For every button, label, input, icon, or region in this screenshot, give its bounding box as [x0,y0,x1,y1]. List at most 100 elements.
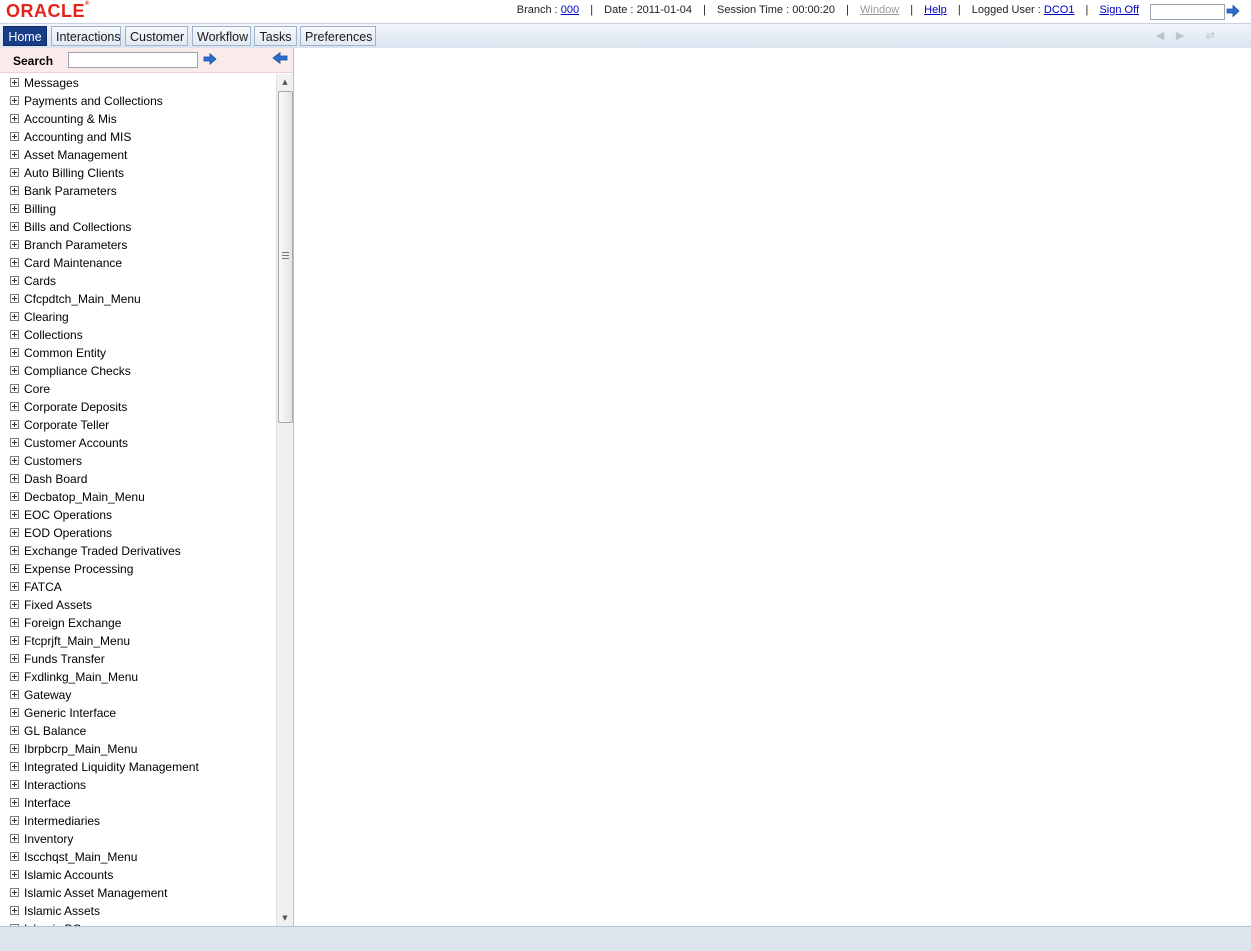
menu-tree-item[interactable]: Card Maintenance [0,254,276,272]
menu-tree-item-label[interactable]: Branch Parameters [24,236,127,254]
expand-plus-icon[interactable] [10,582,19,591]
sidebar-scrollbar[interactable]: ▲ ▼ [276,74,293,926]
menu-tree-item[interactable]: Fixed Assets [0,596,276,614]
sign-off-link[interactable]: Sign Off [1099,4,1139,16]
menu-tree-item-label[interactable]: Corporate Teller [24,416,109,434]
menu-tree-item-label[interactable]: Asset Management [24,146,127,164]
menu-tree-item[interactable]: Islamic Asset Management [0,884,276,902]
function-id-input[interactable] [1150,4,1225,20]
menu-tree-item[interactable]: Bills and Collections [0,218,276,236]
expand-plus-icon[interactable] [10,870,19,879]
menu-tree-item-label[interactable]: Expense Processing [24,560,133,578]
menu-tree-item[interactable]: Messages [0,74,276,92]
scroll-thumb[interactable] [278,91,293,423]
tab-workflow[interactable]: Workflow [192,26,251,46]
menu-tree-item[interactable]: Customers [0,452,276,470]
menu-tree-item[interactable]: EOC Operations [0,506,276,524]
menu-tree-item-label[interactable]: Islamic Assets [24,902,100,920]
menu-tree-item-label[interactable]: Customer Accounts [24,434,128,452]
expand-plus-icon[interactable] [10,258,19,267]
menu-tree-item[interactable]: Clearing [0,308,276,326]
menu-tree-item-label[interactable]: Intermediaries [24,812,100,830]
expand-plus-icon[interactable] [10,240,19,249]
menu-tree-item-label[interactable]: Compliance Checks [24,362,131,380]
menu-tree-item-label[interactable]: Fixed Assets [24,596,92,614]
menu-tree-item[interactable]: Compliance Checks [0,362,276,380]
menu-tree-item[interactable]: Integrated Liquidity Management [0,758,276,776]
menu-tree-item-label[interactable]: EOD Operations [24,524,112,542]
next-window-icon[interactable]: ▶ [1176,29,1184,42]
menu-tree-item[interactable]: Gateway [0,686,276,704]
menu-tree-item-label[interactable]: Inventory [24,830,73,848]
menu-tree-item-label[interactable]: Islamic Asset Management [24,884,167,902]
expand-plus-icon[interactable] [10,888,19,897]
expand-plus-icon[interactable] [10,672,19,681]
expand-plus-icon[interactable] [10,528,19,537]
expand-plus-icon[interactable] [10,312,19,321]
menu-tree-item-label[interactable]: EOC Operations [24,506,112,524]
menu-tree-item[interactable]: Payments and Collections [0,92,276,110]
menu-tree-item-label[interactable]: GL Balance [24,722,86,740]
menu-tree-item-label[interactable]: Decbatop_Main_Menu [24,488,145,506]
expand-plus-icon[interactable] [10,780,19,789]
scroll-down-icon[interactable]: ▼ [277,910,293,926]
expand-plus-icon[interactable] [10,600,19,609]
menu-tree-item-label[interactable]: Customers [24,452,82,470]
expand-plus-icon[interactable] [10,564,19,573]
expand-plus-icon[interactable] [10,492,19,501]
menu-tree-item-label[interactable]: Clearing [24,308,69,326]
menu-tree-item[interactable]: Iscchqst_Main_Menu [0,848,276,866]
menu-tree-item-label[interactable]: Ibrpbcrp_Main_Menu [24,740,137,758]
expand-plus-icon[interactable] [10,402,19,411]
menu-tree-item-label[interactable]: Payments and Collections [24,92,163,110]
menu-tree-item-label[interactable]: Collections [24,326,83,344]
menu-tree-item[interactable]: Customer Accounts [0,434,276,452]
refresh-icon[interactable]: ⇄ [1206,29,1215,42]
window-link[interactable]: Window [860,4,899,16]
menu-tree-item-label[interactable]: Exchange Traded Derivatives [24,542,181,560]
menu-tree-item[interactable]: Foreign Exchange [0,614,276,632]
expand-plus-icon[interactable] [10,474,19,483]
menu-tree-item-label[interactable]: Accounting & Mis [24,110,117,128]
expand-plus-icon[interactable] [10,348,19,357]
menu-tree-item[interactable]: Branch Parameters [0,236,276,254]
tab-home[interactable]: Home [3,26,47,46]
menu-tree-item[interactable]: Auto Billing Clients [0,164,276,182]
menu-tree-item[interactable]: Core [0,380,276,398]
menu-tree-item-label[interactable]: Foreign Exchange [24,614,121,632]
tab-customer[interactable]: Customer [125,26,188,46]
menu-tree-item[interactable]: Cards [0,272,276,290]
menu-tree-item[interactable]: Intermediaries [0,812,276,830]
menu-tree-item[interactable]: Interactions [0,776,276,794]
menu-tree-item[interactable]: Islamic Accounts [0,866,276,884]
menu-tree-item-label[interactable]: Core [24,380,50,398]
menu-tree-item[interactable]: Corporate Deposits [0,398,276,416]
menu-tree-item-label[interactable]: Cfcpdtch_Main_Menu [24,290,141,308]
menu-tree-item-label[interactable]: Interactions [24,776,86,794]
menu-tree-item-label[interactable]: Ftcprjft_Main_Menu [24,632,130,650]
menu-tree-item-label[interactable]: Gateway [24,686,71,704]
menu-tree-item[interactable]: Billing [0,200,276,218]
expand-plus-icon[interactable] [10,222,19,231]
collapse-sidebar-icon[interactable] [272,52,288,64]
menu-tree-item-label[interactable]: Common Entity [24,344,106,362]
expand-plus-icon[interactable] [10,690,19,699]
menu-tree-item[interactable]: EOD Operations [0,524,276,542]
expand-plus-icon[interactable] [10,186,19,195]
menu-tree-item-label[interactable]: FATCA [24,578,62,596]
expand-plus-icon[interactable] [10,510,19,519]
menu-tree-item[interactable]: Expense Processing [0,560,276,578]
expand-plus-icon[interactable] [10,330,19,339]
previous-window-icon[interactable]: ◀ [1156,29,1164,42]
menu-tree-item[interactable]: Cfcpdtch_Main_Menu [0,290,276,308]
expand-plus-icon[interactable] [10,456,19,465]
expand-plus-icon[interactable] [10,816,19,825]
menu-tree-item[interactable]: Asset Management [0,146,276,164]
menu-tree-item[interactable]: Interface [0,794,276,812]
tab-interactions[interactable]: Interactions [51,26,121,46]
menu-tree-item[interactable]: Common Entity [0,344,276,362]
go-arrow-icon[interactable] [1226,4,1240,18]
expand-plus-icon[interactable] [10,438,19,447]
menu-tree-item[interactable]: FATCA [0,578,276,596]
menu-tree-item-label[interactable]: Islamic Accounts [24,866,113,884]
